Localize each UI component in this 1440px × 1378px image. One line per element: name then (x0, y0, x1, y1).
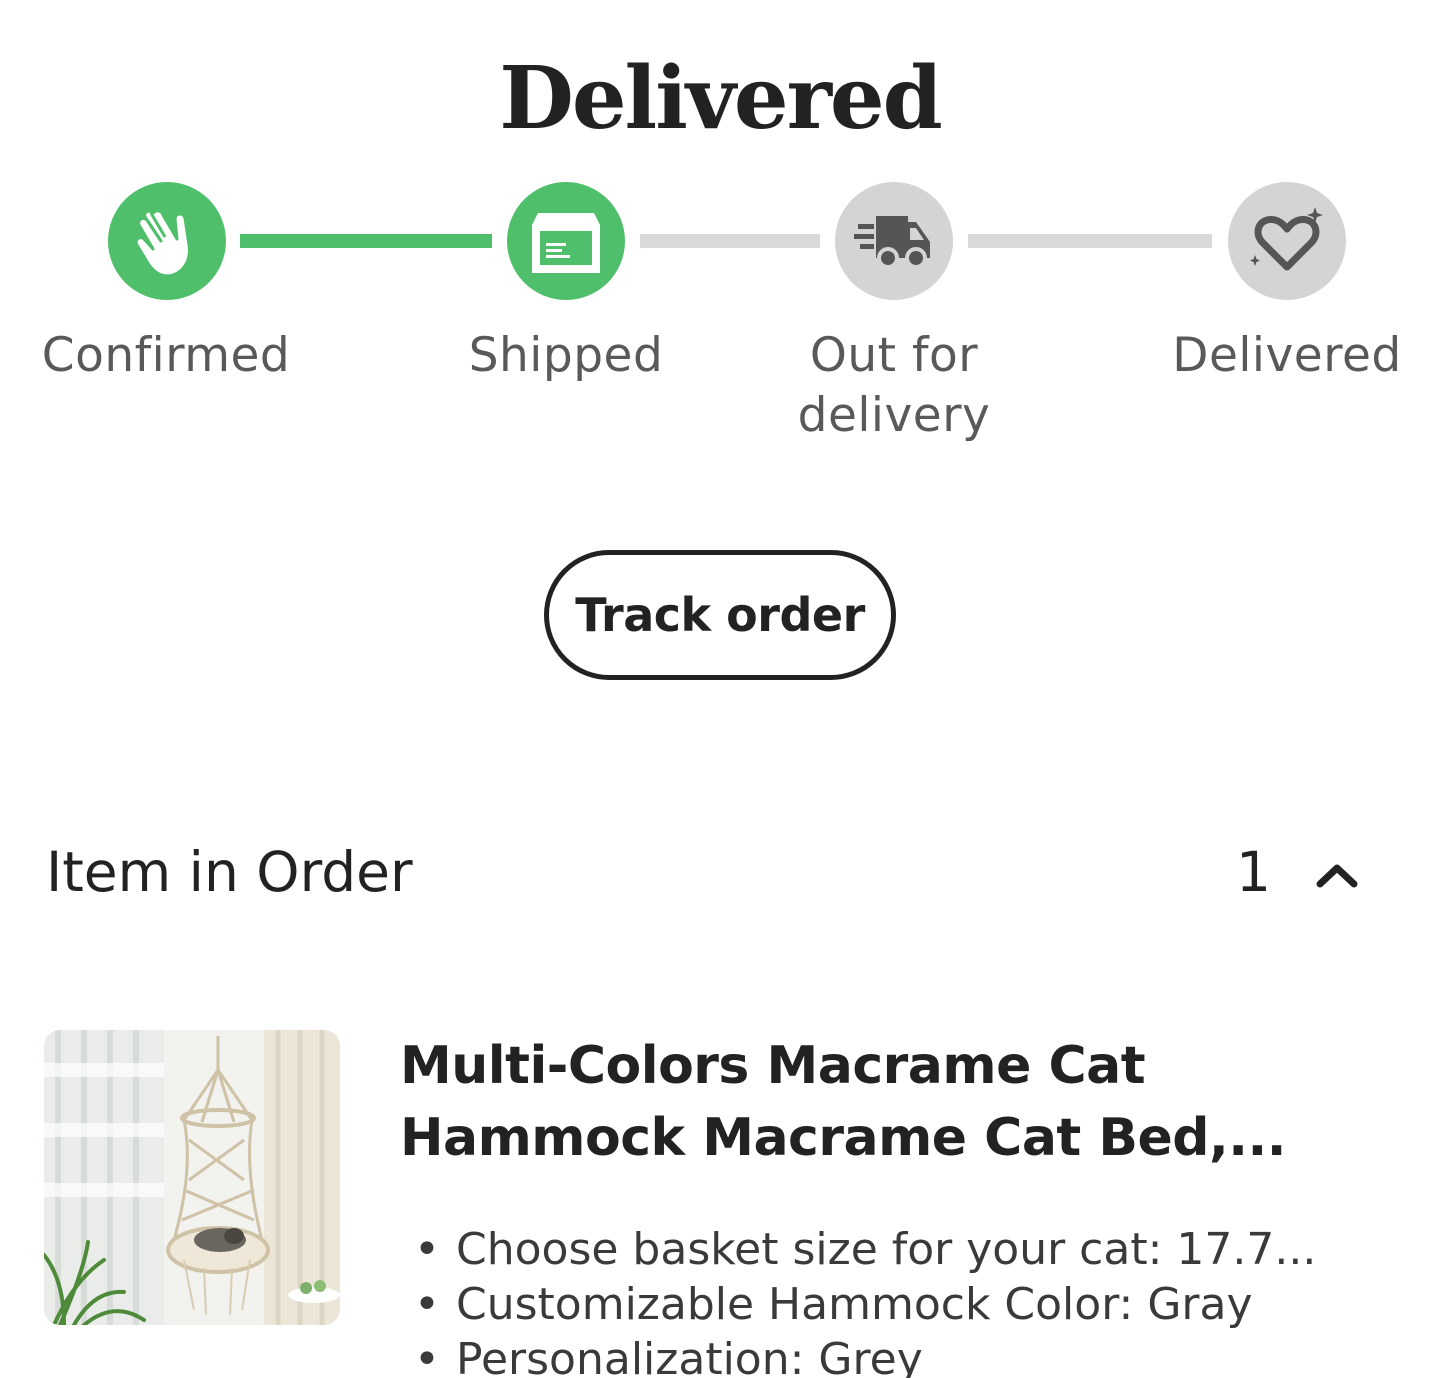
progress-connector-3 (968, 234, 1212, 248)
package-box-icon (532, 213, 600, 273)
step-confirmed-circle (108, 182, 226, 300)
product-title-line2: Hammock Macrame Cat Bed,... (400, 1108, 1287, 1168)
items-section-header: Item in Order (46, 840, 413, 904)
items-count: 1 (1236, 840, 1271, 904)
order-status-title: Delivered (499, 48, 942, 149)
track-order-button[interactable]: Track order (544, 550, 896, 680)
step-out-for-delivery-circle (835, 182, 953, 300)
step-label-out-for-delivery: Out for delivery (764, 326, 1024, 446)
step-label-confirmed: Confirmed (41, 328, 291, 383)
step-label-shipped: Shipped (468, 328, 664, 383)
step-label-delivered: Delivered (1172, 328, 1402, 383)
step-shipped-circle (507, 182, 625, 300)
chevron-up-icon[interactable] (1312, 856, 1362, 896)
step-label-out-for-delivery-line1: Out for (809, 328, 979, 383)
product-image[interactable] (44, 1030, 340, 1325)
step-delivered-circle (1228, 182, 1346, 300)
sparkle-heart-icon (1250, 207, 1323, 271)
waving-hand-icon (134, 209, 191, 278)
progress-connector-1 (240, 234, 492, 248)
variation-basket-size: Choose basket size for your cat: 17.7... (410, 1222, 1420, 1277)
step-label-out-for-delivery-line2: delivery (797, 388, 991, 443)
variation-hammock-color: Customizable Hammock Color: Gray (410, 1277, 1420, 1332)
delivery-truck-icon (854, 216, 930, 269)
variation-personalization: Personalization: Grey (410, 1332, 1420, 1378)
product-variations-list: Choose basket size for your cat: 17.7...… (410, 1222, 1420, 1378)
product-title-line1: Multi-Colors Macrame Cat (400, 1036, 1146, 1096)
progress-connector-2 (640, 234, 820, 248)
product-title[interactable]: Multi-Colors Macrame Cat Hammock Macrame… (400, 1030, 1340, 1174)
